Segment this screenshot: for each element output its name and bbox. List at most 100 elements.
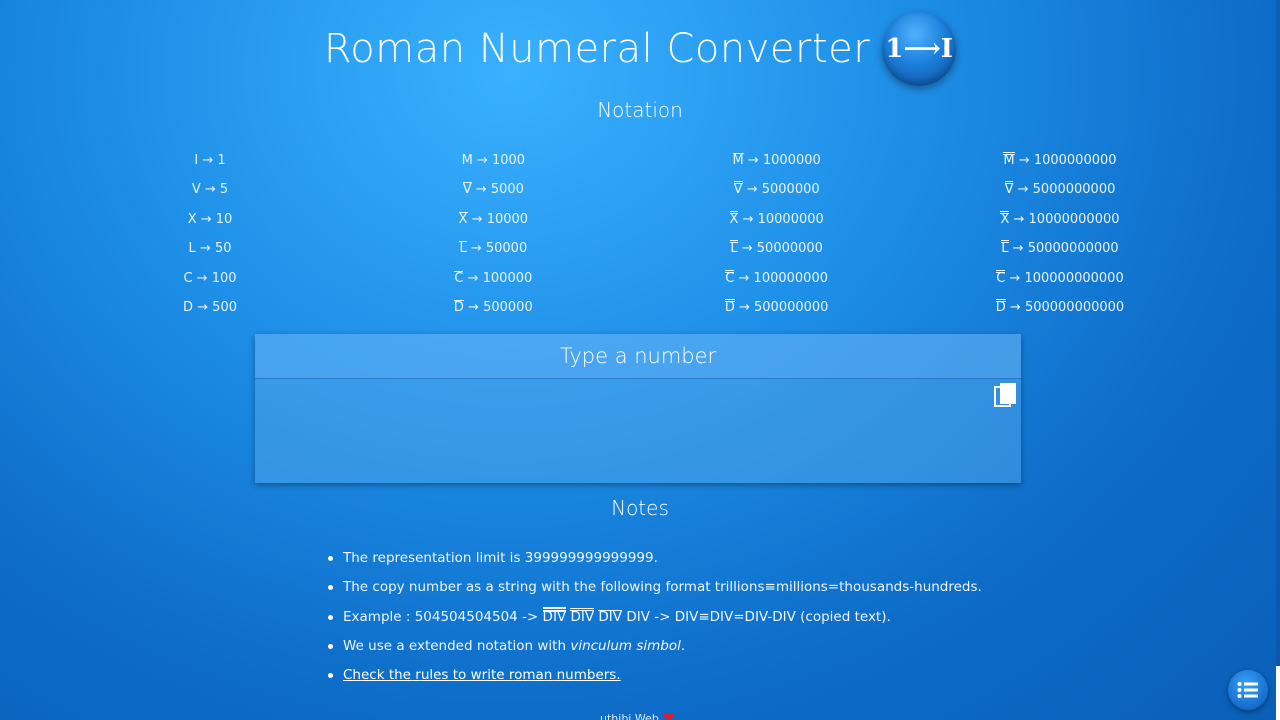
notation-symbol: C	[183, 270, 193, 286]
note-example-suffix: -> DIV≡DIV=DIV-DIV (copied text).	[649, 608, 891, 625]
arrow-icon: →	[1014, 153, 1034, 168]
arrow-icon: →	[472, 153, 492, 168]
notation-symbol: V	[191, 182, 201, 198]
note-limit-value: 399999999999999.	[524, 550, 658, 566]
list-menu-icon	[1237, 682, 1258, 698]
note-example-prefix: Example : 504504504504 ->	[343, 608, 543, 625]
note-extended: We use a extended notation with vinculum…	[325, 632, 1125, 661]
notation-item: V → 5000	[462, 175, 524, 204]
notation-item: V → 5	[192, 175, 228, 204]
notation-item: I → 1	[194, 146, 225, 175]
number-input[interactable]	[255, 380, 1025, 485]
arrow-icon: →	[466, 241, 486, 257]
notation-item: C → 100000000000	[996, 264, 1124, 293]
logo-icon: 1⟶I	[882, 12, 957, 86]
arrow-icon: →	[1005, 299, 1025, 315]
notes-list: The representation limit is 399999999999…	[325, 544, 1125, 690]
notation-symbol: L	[1001, 240, 1009, 257]
notation-column: I → 1V → 5X → 10 L → 50 C → 100 D → 500	[85, 146, 335, 322]
notation-symbol: C	[725, 269, 735, 286]
notation-symbol: D	[182, 299, 193, 315]
notation-value: 500000	[483, 299, 533, 315]
notation-item: M → 1000000	[732, 146, 821, 175]
notation-item: X → 10	[188, 205, 233, 234]
notation-item: L → 50000000000	[1001, 234, 1119, 263]
notation-column: M → 1000 V → 5000 X → 10000 L → 50000 C → 10…	[368, 146, 618, 322]
arrow-icon: →	[743, 153, 763, 168]
notation-item: M → 1000000000	[1003, 146, 1117, 175]
notation-title: Notation	[597, 98, 683, 122]
notes-title: Notes	[611, 496, 669, 520]
notation-value: 100000000	[753, 270, 828, 286]
notation-symbol: C	[996, 269, 1006, 286]
arrow-icon: →	[737, 241, 757, 257]
notation-column: M → 1000000 V → 5000000 X → 10000000 L → 50…	[652, 146, 902, 322]
notation-value: 500000000	[754, 299, 829, 315]
notation-item: C → 100000000	[725, 264, 828, 293]
notation-item: D → 500000000000	[995, 293, 1124, 322]
copy-icon	[994, 383, 1016, 407]
app-title: Roman Numeral Converter	[323, 26, 871, 72]
notation-value: 100000	[482, 270, 533, 286]
arrow-icon: →	[198, 153, 218, 168]
notation-value: 5	[219, 182, 229, 198]
note-rules: Check the rules to write roman numbers.	[325, 661, 1125, 690]
notation-value: 50000	[485, 241, 528, 257]
notation-item: C → 100000	[454, 264, 532, 293]
notation-item: D → 500000	[453, 293, 533, 322]
rules-link[interactable]: Check the rules to write roman numbers.	[343, 667, 621, 683]
notation-value: 1000	[491, 153, 526, 168]
arrow-icon: →	[195, 241, 215, 257]
arrow-icon: →	[193, 299, 213, 315]
arrow-icon: →	[471, 182, 491, 198]
arrow-icon: →	[196, 211, 216, 227]
notation-table: I → 1V → 5X → 10 L → 50 C → 100 D → 500 M → …	[85, 146, 1185, 322]
notation-symbol: D	[724, 298, 735, 315]
notation-symbol: X	[458, 211, 468, 227]
notation-value: 100000000000	[1024, 270, 1124, 286]
notation-value: 10000000000	[1028, 211, 1120, 227]
notation-item: L → 50000	[459, 234, 527, 263]
notation-symbol: X	[729, 210, 739, 227]
notation-symbol: V	[733, 181, 743, 198]
note-extended-prefix: We use a extended notation with	[343, 637, 571, 654]
header: Roman Numeral Converter 1⟶I	[0, 12, 1280, 86]
logo-text: 1⟶I	[885, 34, 953, 64]
notation-item: C → 100	[183, 264, 236, 293]
arrow-icon: →	[742, 182, 762, 198]
notation-item: M → 1000	[462, 146, 525, 175]
notation-item: X → 10000000	[729, 205, 824, 234]
notation-item: D → 500000000	[724, 293, 829, 322]
arrow-icon: →	[734, 299, 755, 315]
note-extended-em: vinculum simbol	[570, 637, 681, 654]
notation-value: 1000000000	[1033, 153, 1117, 168]
arrow-icon: →	[1013, 182, 1033, 198]
arrow-icon: →	[192, 270, 212, 286]
notation-value: 500	[212, 299, 237, 315]
notation-value: 5000000	[761, 182, 820, 198]
notation-item: L → 50	[189, 234, 232, 263]
arrow-icon: →	[1008, 241, 1028, 257]
menu-button[interactable]	[1228, 670, 1268, 710]
notation-value: 5000000000	[1032, 182, 1116, 198]
arrow-icon: →	[1005, 270, 1025, 286]
notation-value: 50000000	[756, 241, 823, 257]
scrollbar-thumb[interactable]	[1276, 666, 1280, 720]
notation-item: D → 500	[183, 293, 237, 322]
vinculum-hundreds: DIV	[626, 608, 650, 625]
converter-header: Type a number	[255, 334, 1021, 379]
notation-value: 10	[215, 211, 233, 227]
note-limit: The representation limit is 399999999999…	[325, 544, 1125, 573]
notation-value: 50	[214, 241, 232, 257]
notation-symbol: X	[187, 211, 197, 227]
notation-symbol: M	[732, 153, 744, 168]
notation-symbol: V	[462, 182, 472, 198]
copy-button[interactable]	[993, 382, 1019, 410]
notation-symbol: X	[1000, 210, 1010, 227]
converter-panel: Type a number	[255, 334, 1025, 485]
note-extended-suffix: .	[680, 637, 686, 654]
notation-value: 10000000	[757, 211, 824, 227]
footer-text: uthibi Web	[600, 712, 659, 720]
notation-item: L → 50000000	[730, 234, 823, 263]
arrow-icon: →	[467, 211, 487, 227]
